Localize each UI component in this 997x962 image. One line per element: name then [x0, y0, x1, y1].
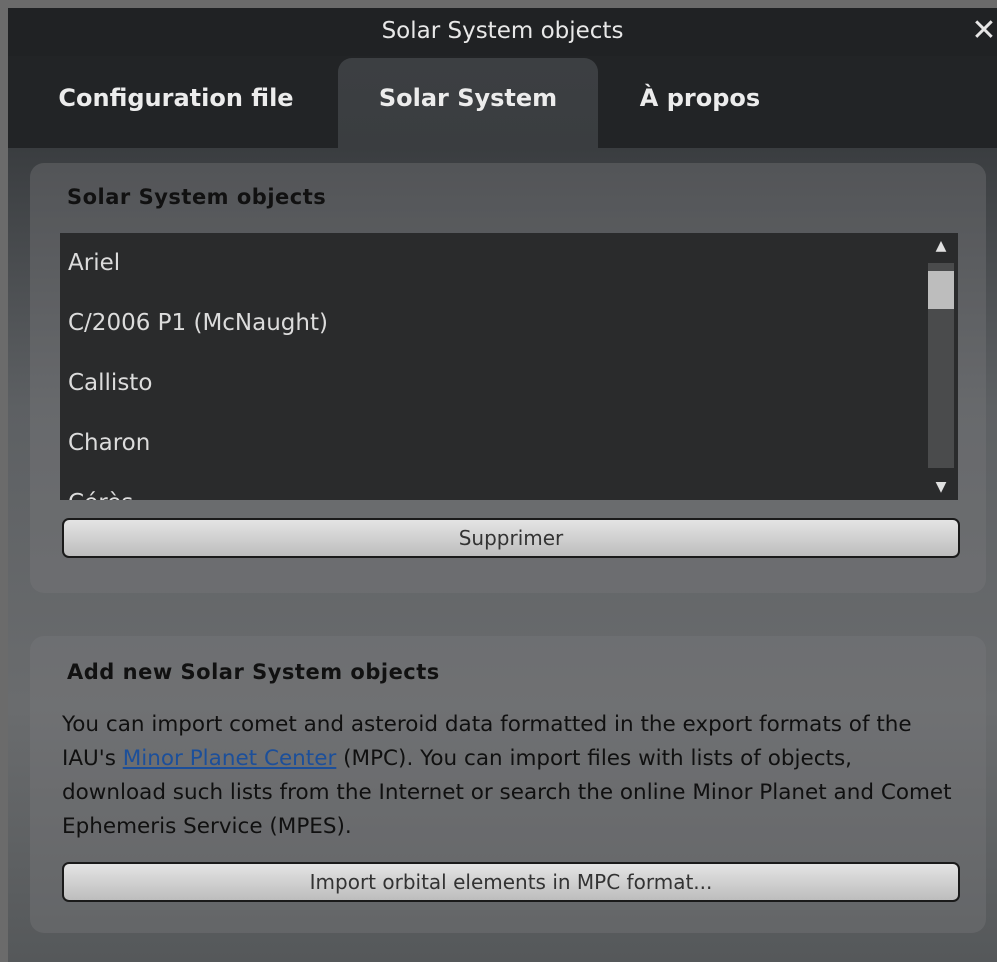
scroll-thumb[interactable] — [928, 271, 954, 309]
add-objects-panel: Add new Solar System objects You can imp… — [30, 636, 986, 933]
scroll-track[interactable] — [928, 263, 954, 468]
import-orbital-elements-button[interactable]: Import orbital elements in MPC format... — [62, 862, 960, 902]
list-item[interactable]: Charon — [60, 413, 924, 473]
title-bar[interactable]: Solar System objects ✕ — [8, 8, 997, 56]
scroll-up-icon[interactable]: ▲ — [924, 233, 958, 259]
add-section-title: Add new Solar System objects — [67, 660, 440, 684]
list-item[interactable]: C/2006 P1 (McNaught) — [60, 293, 924, 353]
close-icon[interactable]: ✕ — [971, 14, 997, 50]
tab-configuration-file[interactable]: Configuration file — [36, 58, 316, 150]
scroll-down-icon[interactable]: ▼ — [924, 474, 958, 500]
list-item[interactable]: Cérès — [60, 473, 924, 500]
list-item[interactable]: Callisto — [60, 353, 924, 413]
list-item[interactable]: Ariel — [60, 233, 924, 293]
solar-system-objects-panel: Solar System objects Ariel C/2006 P1 (Mc… — [30, 163, 986, 593]
window-title: Solar System objects — [381, 18, 624, 44]
objects-section-title: Solar System objects — [67, 185, 327, 209]
tab-solar-system[interactable]: Solar System — [338, 58, 598, 150]
list-scrollbar[interactable]: ▲ ▼ — [924, 233, 958, 500]
tab-a-propos[interactable]: À propos — [620, 58, 780, 150]
solar-system-dialog: Solar System objects ✕ Configuration fil… — [8, 8, 997, 962]
add-section-description: You can import comet and asteroid data f… — [62, 708, 962, 844]
minor-planet-center-link[interactable]: Minor Planet Center — [123, 746, 337, 771]
objects-list[interactable]: Ariel C/2006 P1 (McNaught) Callisto Char… — [60, 233, 924, 500]
remove-button[interactable]: Supprimer — [62, 518, 960, 558]
